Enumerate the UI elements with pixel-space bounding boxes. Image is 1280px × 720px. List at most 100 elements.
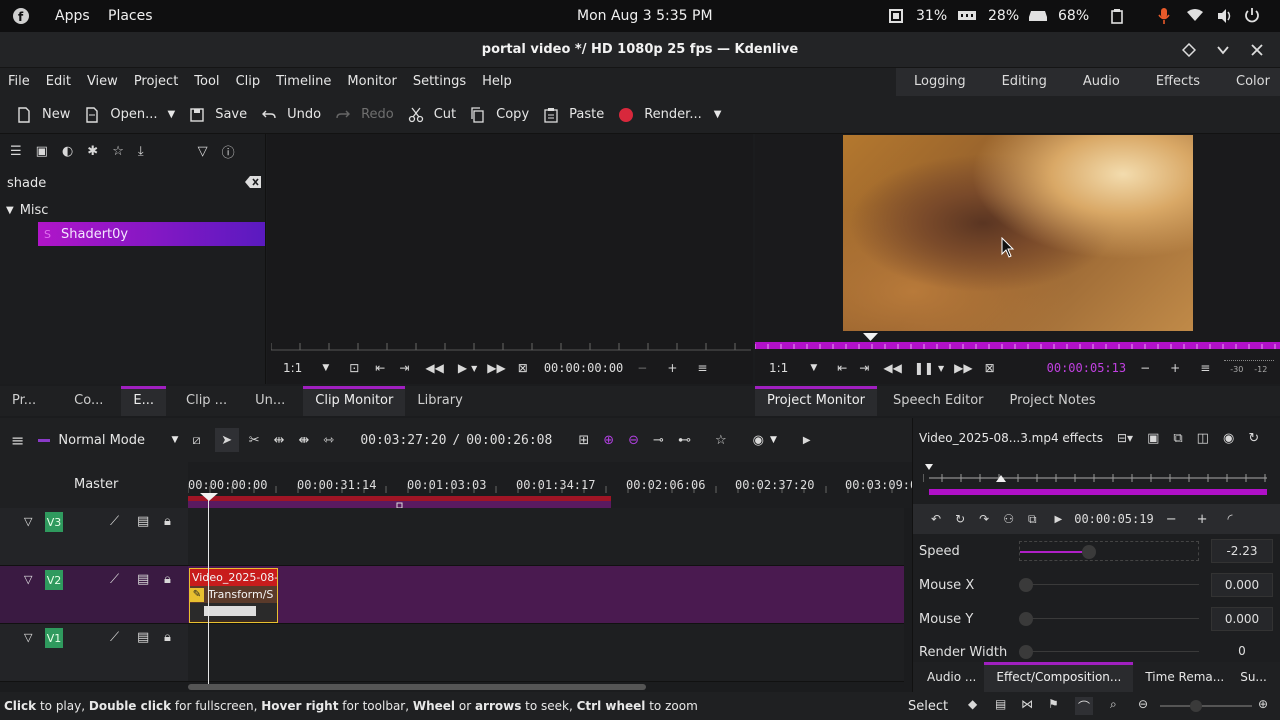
playback-icon[interactable]: ◉ [753, 433, 764, 448]
expand-arrow-icon[interactable]: ▼ [6, 205, 14, 216]
param-value[interactable]: -2.23 [1211, 539, 1273, 563]
slip-tool-icon[interactable]: ⇿ [323, 433, 334, 448]
effects-v2-icon[interactable]: ⟋ [110, 572, 119, 587]
project-zoom-select[interactable]: 1:1 [769, 361, 788, 375]
timeline-more-icon[interactable]: ▶ [803, 435, 811, 446]
keyframe-timeline[interactable] [923, 458, 1271, 506]
menu-project[interactable]: Project [126, 70, 186, 94]
track-v3[interactable] [188, 508, 904, 566]
razor-tool-icon[interactable]: ✂ [249, 433, 260, 448]
clear-search-icon[interactable] [245, 176, 261, 188]
param-value[interactable]: 0.000 [1211, 607, 1273, 631]
forward-icon[interactable]: ▶▶ [487, 361, 505, 375]
track-header-v3[interactable]: ▽ V3 ⟋ ▤ 🔒︎ [0, 508, 188, 566]
track-label-v2[interactable]: V2 [45, 570, 63, 590]
track-header-v1[interactable]: ▽ V1 ⟋ ▤ 🔒︎ [0, 624, 188, 682]
tab-library[interactable]: Library [405, 386, 474, 416]
compare-icon[interactable]: ⊟▾ [1117, 431, 1133, 445]
tab-undo-history[interactable]: Un... [243, 386, 297, 416]
menu-file[interactable]: File [0, 70, 38, 94]
effect-item-shadertoy[interactable]: S Shadert0y [38, 222, 265, 246]
multitrack-view-icon[interactable]: ⊞ [578, 433, 589, 448]
collapse-v3-icon[interactable]: ▽ [24, 515, 32, 528]
param-slider[interactable] [1019, 609, 1199, 629]
crop-icon[interactable]: ⊠ [518, 361, 528, 375]
curve-icon[interactable]: ◜ [1228, 512, 1233, 527]
filter-icon[interactable]: ▽ [198, 144, 208, 159]
fedora-logo-icon[interactable]: f [12, 7, 30, 25]
zoom-in-icon[interactable]: ⊕ [1258, 697, 1268, 711]
save-stack-icon[interactable]: ⧉ [1173, 431, 1182, 446]
tab-clip-properties[interactable]: Clip ... [174, 386, 239, 416]
show-markers-icon[interactable]: ⋈ [1021, 697, 1033, 711]
pause-icon[interactable]: ❚❚ [914, 361, 934, 375]
tab-time-remap[interactable]: Time Rema... [1133, 662, 1236, 692]
playhead[interactable] [208, 500, 209, 686]
zoom-slider-handle[interactable] [1190, 700, 1202, 712]
lock-v1-icon[interactable]: 🔒︎ [164, 630, 171, 645]
open-dropdown-icon[interactable]: ▼ [167, 109, 175, 120]
workspace-logging[interactable]: Logging [896, 68, 984, 96]
set-out-icon[interactable]: ⇥ [399, 361, 409, 375]
save-button[interactable]: Save [189, 107, 247, 123]
lift-icon[interactable]: ⊸ [653, 433, 664, 448]
slider-handle[interactable] [1082, 545, 1097, 559]
project-crop-icon[interactable]: ⊠ [985, 361, 995, 375]
menu-monitor[interactable]: Monitor [339, 70, 404, 94]
minimize-icon[interactable] [1216, 44, 1230, 56]
param-value[interactable]: 0 [1211, 640, 1273, 664]
power-icon[interactable] [1244, 7, 1260, 25]
keyframe-timecode[interactable]: 00:00:05:19 [1074, 512, 1153, 526]
snap-icon[interactable]: ⌒ [1075, 697, 1093, 715]
window-menu-icon[interactable] [1182, 43, 1196, 57]
project-zoom-dropdown-icon[interactable]: ▼ [810, 363, 817, 373]
play-dropdown-icon[interactable]: ▼ [471, 364, 477, 373]
undo-button[interactable]: Undo [261, 107, 321, 123]
hide-v1-icon[interactable]: ▤ [137, 630, 149, 645]
flag-icon[interactable]: ⚑ [1048, 697, 1059, 711]
cut-button[interactable]: Cut [408, 107, 456, 123]
workspace-effects[interactable]: Effects [1138, 68, 1218, 96]
clip-minus-icon[interactable]: − [637, 361, 647, 375]
zoom-slider[interactable] [1160, 700, 1252, 712]
workspace-editing[interactable]: Editing [984, 68, 1065, 96]
render-button[interactable]: Render... ▼ [618, 107, 721, 123]
track-header-v2[interactable]: ▽ V2 ⟋ ▤ 🔒︎ [0, 566, 188, 624]
clip-monitor-screen[interactable] [267, 134, 753, 344]
tab-project-bin[interactable]: Pr... [0, 386, 48, 416]
clip-zoom-dropdown-icon[interactable]: ▼ [322, 363, 329, 373]
project-set-out-icon[interactable]: ⇥ [859, 361, 869, 375]
copy-button[interactable]: Copy [470, 106, 529, 123]
timeline-menu-icon[interactable]: ≡ [11, 431, 24, 450]
effects-toggle-icon[interactable]: ⧄ [192, 433, 200, 448]
render-dropdown-icon[interactable]: ▼ [714, 109, 722, 120]
open-button[interactable]: Open... ▼ [84, 106, 175, 123]
timeline-position[interactable]: 00:03:27:20 [360, 433, 446, 448]
timeline-clip[interactable]: Video_2025-08- ✎ Transform/S [189, 568, 278, 623]
tab-effect-composition[interactable]: Effect/Composition... [984, 662, 1134, 692]
track-v2[interactable]: Video_2025-08- ✎ Transform/S [188, 566, 904, 624]
hide-v3-icon[interactable]: ▤ [137, 514, 149, 529]
favorite-star-icon[interactable]: ☆ [715, 433, 727, 448]
reset-icon[interactable]: ↻ [1248, 431, 1259, 446]
track-label-v1[interactable]: V1 [45, 628, 63, 648]
selection-tool-icon[interactable]: ➤ [214, 428, 239, 452]
param-slider[interactable] [1019, 541, 1199, 561]
overwrite-zone-icon[interactable]: ⊖ [628, 433, 639, 448]
tab-effects[interactable]: E... [121, 386, 166, 416]
audio-effects-icon[interactable]: ◐ [62, 144, 73, 159]
clip-timecode[interactable]: 00:00:00:00 [544, 361, 623, 375]
apps-menu[interactable]: Apps [55, 8, 90, 24]
param-slider[interactable] [1019, 642, 1199, 662]
menu-edit[interactable]: Edit [38, 70, 79, 94]
slider-handle[interactable] [1019, 578, 1033, 592]
project-timecode[interactable]: 00:00:05:13 [1047, 361, 1126, 375]
columns-icon[interactable]: ◫ [1197, 431, 1209, 446]
effects-search-input[interactable] [0, 175, 220, 191]
hide-v2-icon[interactable]: ▤ [137, 572, 149, 587]
keyframe-type-icon[interactable]: ⚇ [1003, 512, 1014, 526]
eye-icon[interactable]: ◉ [1223, 431, 1234, 446]
lock-v2-icon[interactable]: 🔒︎ [164, 572, 171, 587]
clip-zoom-select[interactable]: 1:1 [283, 361, 302, 375]
menu-settings[interactable]: Settings [405, 70, 474, 94]
